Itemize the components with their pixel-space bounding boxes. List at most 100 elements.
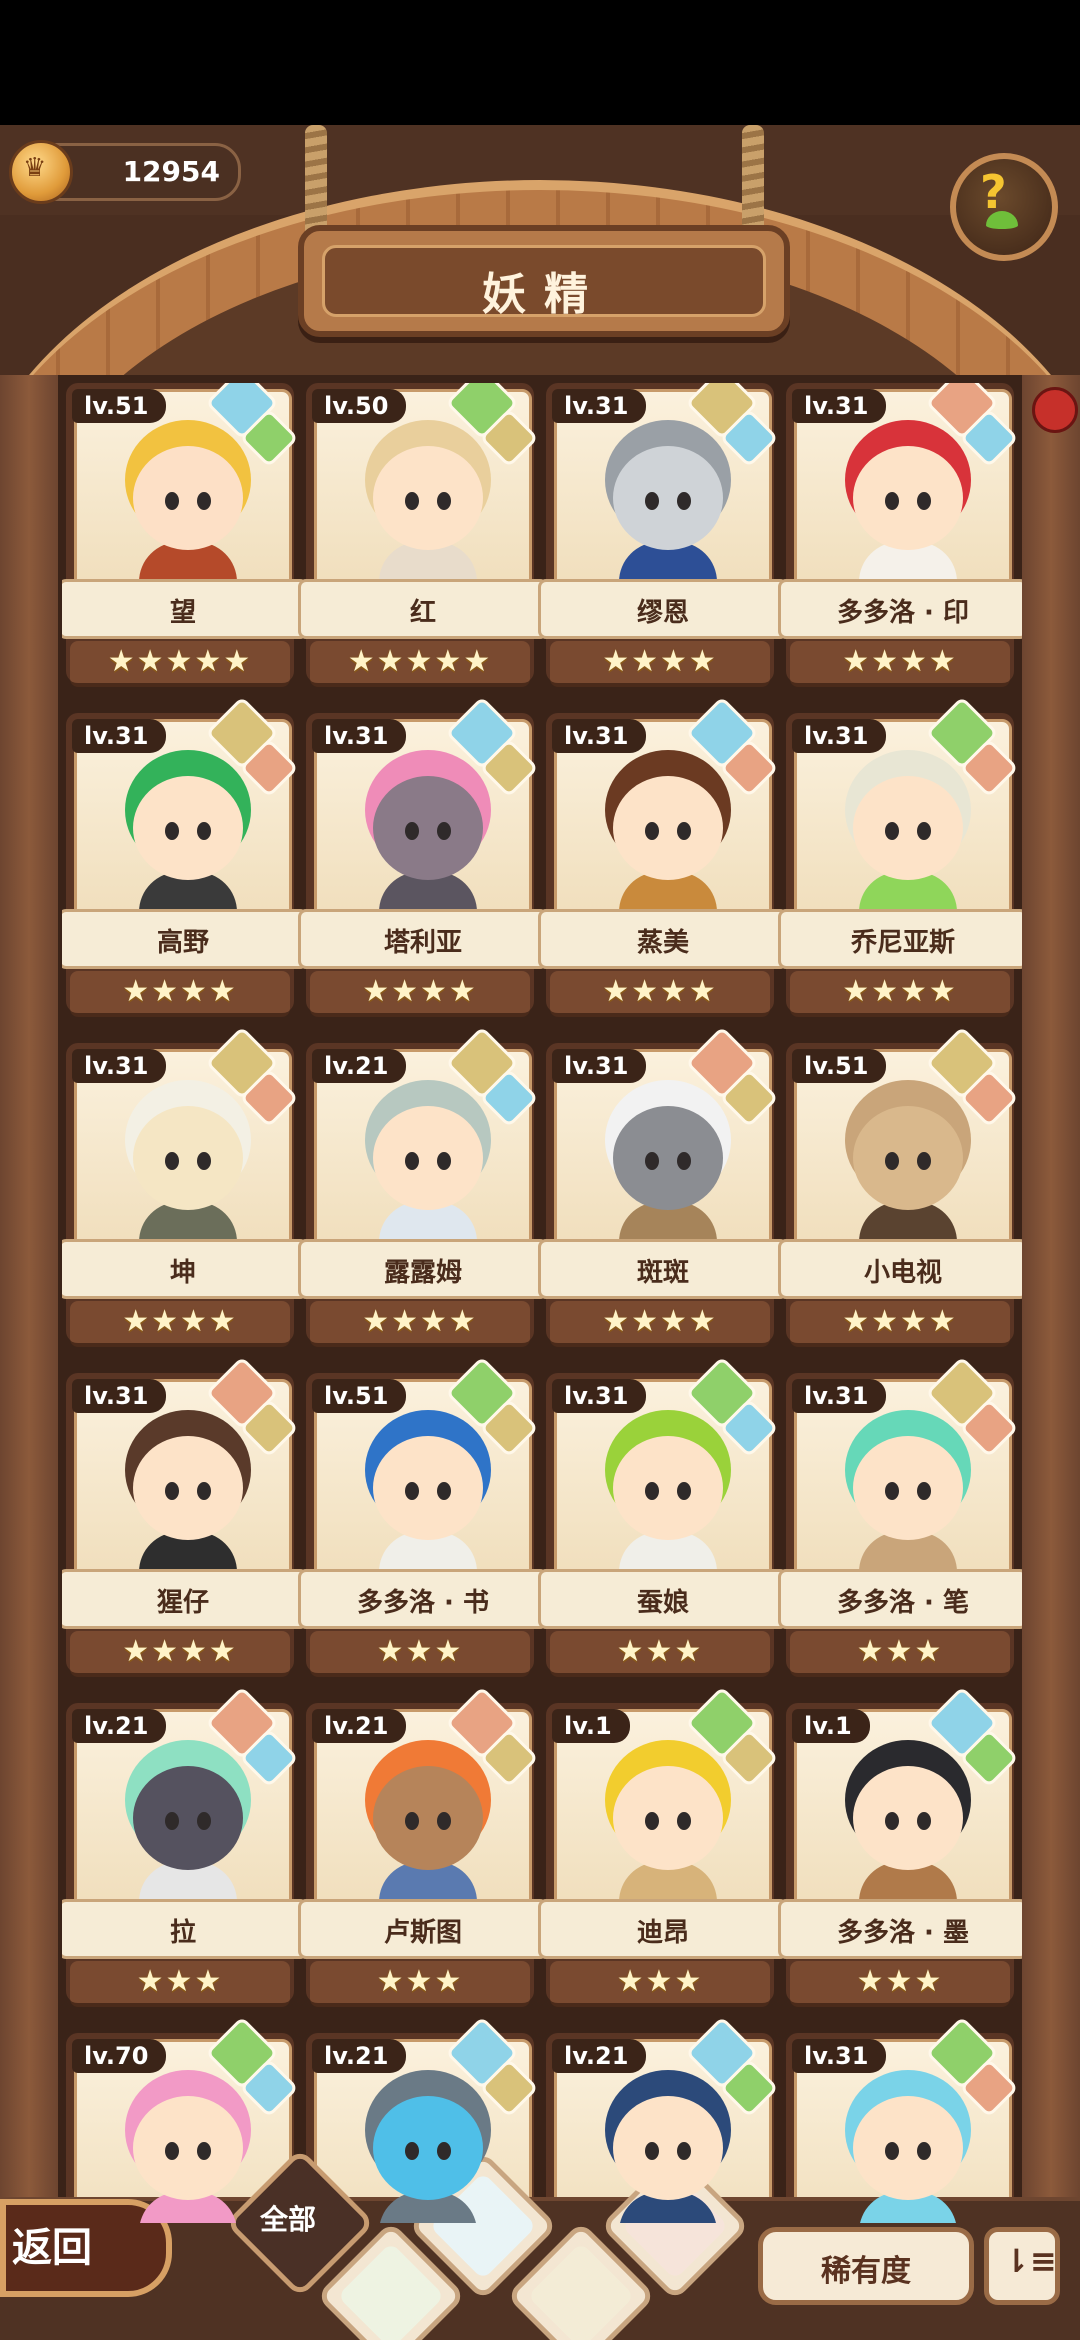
fairy-card[interactable]: lv.31 坤 ★★★★ — [62, 1026, 308, 1349]
name-ribbon: 红 — [298, 579, 548, 639]
fairy-name: 小电视 — [863, 1258, 942, 1288]
fairy-name: 多多洛 · 印 — [837, 598, 969, 628]
fairy-card[interactable]: lv.21 露露姆 ★★★★ — [298, 1026, 548, 1349]
fairy-card-grid: lv.51 望 ★★★★★ lv.50 红 ★★★★★ lv.31 缪恩 ★★★★ lv.31 多多… — [62, 383, 1022, 2223]
level-badge: lv.21 — [312, 1049, 407, 1083]
eye — [165, 1812, 179, 1830]
fairy-card[interactable]: lv.31 蒸美 ★★★★ — [538, 696, 788, 1019]
name-ribbon: 塔利亚 — [298, 909, 548, 969]
eye — [917, 1812, 931, 1830]
eye — [437, 1152, 451, 1170]
name-ribbon: 露露姆 — [298, 1239, 548, 1299]
fairy-name: 多多洛 · 笔 — [837, 1588, 969, 1618]
fairy-name: 塔利亚 — [383, 928, 462, 958]
fairy-card[interactable]: lv.31 猩仔 ★★★★ — [62, 1356, 308, 1679]
currency-value: 12954 — [122, 155, 220, 188]
fairy-card[interactable]: lv.31 多多洛 · 笔 ★★★ — [778, 1356, 1022, 1679]
eye — [917, 1482, 931, 1500]
fairy-head — [853, 1436, 963, 1540]
fairy-card[interactable]: lv.31 斑斑 ★★★★ — [538, 1026, 788, 1349]
fairy-head — [853, 1106, 963, 1210]
name-ribbon: 多多洛 · 笔 — [778, 1569, 1022, 1629]
star-rating: ★★★★ — [790, 1301, 1010, 1347]
star-icons: ★★★★★ — [347, 644, 493, 679]
star-icons: ★★★ — [856, 1964, 944, 1999]
eye — [645, 2142, 659, 2160]
level-badge: lv.51 — [312, 1379, 407, 1413]
rarity-label: 稀有度 — [821, 2254, 911, 2289]
fairy-card[interactable]: lv.51 望 ★★★★★ — [62, 383, 308, 689]
eye — [405, 1482, 419, 1500]
help-button[interactable]: ? — [950, 153, 1058, 261]
fairy-card[interactable]: lv.31 乔尼亚斯 ★★★★ — [778, 696, 1022, 1019]
eye — [437, 1812, 451, 1830]
star-rating: ★★★ — [790, 1961, 1010, 2007]
fairy-name: 红 — [409, 598, 436, 628]
sort-order-button[interactable]: ⇂≡ — [984, 2227, 1060, 2305]
eye — [645, 1152, 659, 1170]
eye — [165, 1152, 179, 1170]
fairy-name: 露露姆 — [383, 1258, 462, 1288]
fairy-head — [373, 1106, 483, 1210]
fairy-card[interactable]: lv.51 小电视 ★★★★ — [778, 1026, 1022, 1349]
eye — [885, 492, 899, 510]
eye — [677, 1152, 691, 1170]
level-badge: lv.31 — [792, 1379, 887, 1413]
level-badge: lv.1 — [792, 1709, 870, 1743]
leaf-icon — [986, 211, 1018, 229]
level-badge: lv.31 — [552, 1379, 647, 1413]
coin-icon: ♛ — [9, 140, 73, 204]
level-badge: lv.31 — [552, 1049, 647, 1083]
eye — [405, 1812, 419, 1830]
currency-display: ♛ 12954 — [9, 140, 241, 204]
star-icons: ★★★ — [856, 1634, 944, 1669]
fairy-card[interactable]: lv.1 多多洛 · 墨 ★★★ — [778, 1686, 1022, 2009]
level-badge: lv.31 — [72, 1379, 167, 1413]
eye — [677, 1812, 691, 1830]
star-rating: ★★★ — [310, 1631, 530, 1677]
title-board: 妖精 — [298, 225, 790, 337]
level-badge: lv.31 — [552, 719, 647, 753]
name-ribbon: 蚕娘 — [538, 1569, 788, 1629]
fairy-card[interactable]: lv.31 — [786, 2016, 1019, 2223]
eye — [165, 822, 179, 840]
star-icons: ★★★★ — [842, 644, 958, 679]
level-badge: lv.21 — [552, 2039, 647, 2073]
fairy-card[interactable]: lv.31 高野 ★★★★ — [62, 696, 308, 1019]
star-rating: ★★★★ — [70, 971, 290, 1017]
star-icons: ★★★ — [616, 1964, 704, 1999]
sort-icon: ⇂≡ — [1003, 2242, 1057, 2280]
fairy-card[interactable]: lv.31 缪恩 ★★★★ — [538, 383, 788, 689]
star-rating: ★★★★ — [550, 971, 770, 1017]
star-rating: ★★★ — [550, 1961, 770, 2007]
fairy-head — [613, 2096, 723, 2200]
fairy-name: 多多洛 · 墨 — [837, 1918, 969, 1948]
name-ribbon: 望 — [62, 579, 308, 639]
fairy-name: 蒸美 — [636, 928, 689, 958]
fairy-head — [133, 1106, 243, 1210]
fairy-name: 高野 — [156, 928, 209, 958]
star-rating: ★★★★ — [310, 1301, 530, 1347]
level-badge: lv.51 — [792, 1049, 887, 1083]
fairy-head — [133, 446, 243, 550]
fairy-head — [373, 446, 483, 550]
fairy-card[interactable]: lv.51 多多洛 · 书 ★★★ — [298, 1356, 548, 1679]
fairy-card[interactable]: lv.21 — [546, 2016, 779, 2223]
name-ribbon: 高野 — [62, 909, 308, 969]
star-icons: ★★★★ — [362, 1304, 478, 1339]
eye — [197, 1152, 211, 1170]
fairy-card[interactable]: lv.31 多多洛 · 印 ★★★★ — [778, 383, 1022, 689]
star-icons: ★★★ — [616, 1634, 704, 1669]
eye — [437, 492, 451, 510]
fairy-head — [613, 1436, 723, 1540]
fairy-card[interactable]: lv.21 拉 ★★★ — [62, 1686, 308, 2009]
fairy-head — [373, 1766, 483, 1870]
rarity-sort-button[interactable]: 稀有度 — [758, 2227, 974, 2305]
fairy-card[interactable]: lv.1 迪昂 ★★★ — [538, 1686, 788, 2009]
fairy-head — [133, 2096, 243, 2200]
fairy-card[interactable]: lv.50 红 ★★★★★ — [298, 383, 548, 689]
fairy-card[interactable]: lv.31 蚕娘 ★★★ — [538, 1356, 788, 1679]
fairy-card[interactable]: lv.21 卢斯图 ★★★ — [298, 1686, 548, 2009]
star-icons: ★★★ — [136, 1964, 224, 1999]
fairy-card[interactable]: lv.31 塔利亚 ★★★★ — [298, 696, 548, 1019]
